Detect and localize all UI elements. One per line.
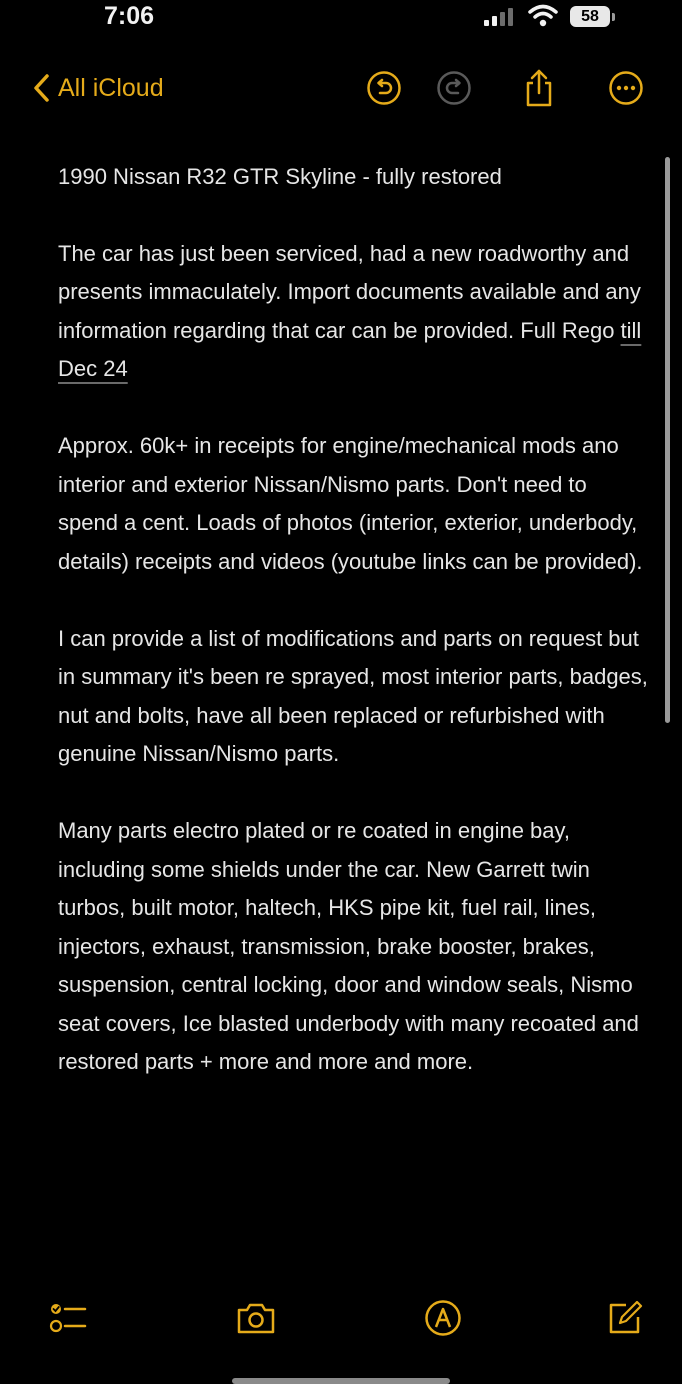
home-indicator xyxy=(232,1378,450,1384)
redo-icon xyxy=(437,71,471,105)
compose-button[interactable] xyxy=(604,1298,644,1338)
back-label: All iCloud xyxy=(58,73,164,102)
status-time: 7:06 xyxy=(104,2,155,30)
checklist-icon xyxy=(49,1304,87,1333)
ellipsis-icon xyxy=(609,71,643,105)
note-paragraph-1: The car has just been serviced, had a ne… xyxy=(58,235,648,389)
scrollbar[interactable] xyxy=(665,157,670,723)
chevron-left-icon xyxy=(34,74,49,102)
note-paragraph-3: I can provide a list of modifications an… xyxy=(58,625,648,767)
cellular-signal-icon xyxy=(484,8,513,26)
undo-button[interactable] xyxy=(366,70,402,106)
battery-nub xyxy=(612,13,615,21)
share-icon xyxy=(526,69,552,107)
compose-icon xyxy=(609,1300,643,1334)
camera-icon xyxy=(237,1303,275,1334)
camera-button[interactable] xyxy=(236,1298,276,1338)
battery-indicator: 58 xyxy=(570,6,610,27)
bottom-toolbar xyxy=(0,1290,682,1350)
markup-pen-icon xyxy=(425,1300,461,1336)
note-paragraph-1-text: The car has just been serviced, had a ne… xyxy=(58,240,641,343)
note-title: 1990 Nissan R32 GTR Skyline - fully rest… xyxy=(58,164,502,189)
more-button[interactable] xyxy=(608,70,644,106)
undo-icon xyxy=(367,71,401,105)
markup-button[interactable] xyxy=(423,1298,463,1338)
nav-bar: All iCloud xyxy=(0,58,682,120)
note-body[interactable]: 1990 Nissan R32 GTR Skyline - fully rest… xyxy=(58,158,648,1120)
checklist-button[interactable] xyxy=(48,1298,88,1338)
redo-button[interactable] xyxy=(436,70,472,106)
back-button[interactable]: All iCloud xyxy=(32,70,164,106)
status-bar: 7:06 58 xyxy=(0,0,682,40)
share-button[interactable] xyxy=(521,69,557,107)
note-paragraph-4: Many parts electro plated or re coated i… xyxy=(58,818,639,1074)
wifi-icon xyxy=(528,4,558,27)
note-paragraph-2: Approx. 60k+ in receipts for engine/mech… xyxy=(58,433,643,574)
